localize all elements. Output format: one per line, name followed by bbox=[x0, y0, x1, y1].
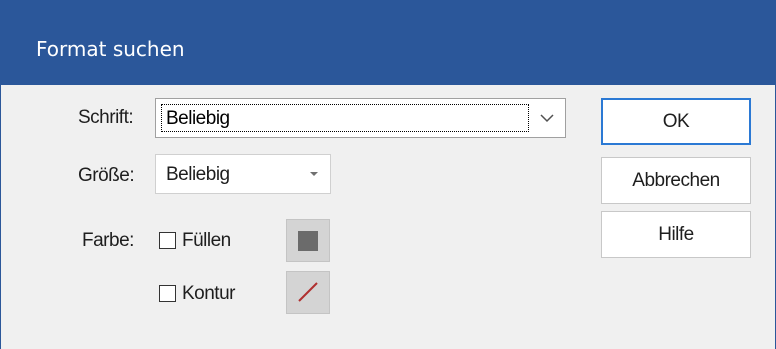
outline-checkbox[interactable] bbox=[159, 285, 176, 302]
chevron-down-icon[interactable] bbox=[539, 110, 555, 126]
fill-color-swatch bbox=[298, 231, 318, 251]
help-button[interactable]: Hilfe bbox=[601, 211, 751, 258]
size-label: Größe: bbox=[78, 165, 135, 186]
no-color-slash-icon bbox=[298, 282, 318, 302]
ok-button[interactable]: OK bbox=[601, 98, 751, 145]
title-bar[interactable]: Format suchen bbox=[1, 1, 776, 85]
outline-checkbox-label[interactable]: Kontur bbox=[182, 283, 235, 305]
font-label: Schrift: bbox=[78, 107, 134, 128]
font-combobox[interactable]: Beliebig bbox=[155, 98, 566, 138]
dropdown-arrow-icon[interactable] bbox=[310, 172, 318, 176]
fill-color-button[interactable] bbox=[286, 219, 330, 262]
find-format-dialog: Format suchen Schrift: Beliebig Größe: B… bbox=[0, 0, 776, 349]
outline-color-button[interactable] bbox=[286, 271, 330, 314]
font-combobox-value: Beliebig bbox=[166, 108, 230, 129]
fill-checkbox[interactable] bbox=[159, 232, 176, 249]
cancel-button[interactable]: Abbrechen bbox=[601, 157, 751, 204]
color-label: Farbe: bbox=[82, 230, 134, 251]
size-combobox-value: Beliebig bbox=[166, 164, 230, 185]
dialog-title: Format suchen bbox=[36, 37, 185, 61]
fill-checkbox-label[interactable]: Füllen bbox=[182, 230, 231, 252]
size-combobox[interactable]: Beliebig bbox=[155, 154, 331, 194]
